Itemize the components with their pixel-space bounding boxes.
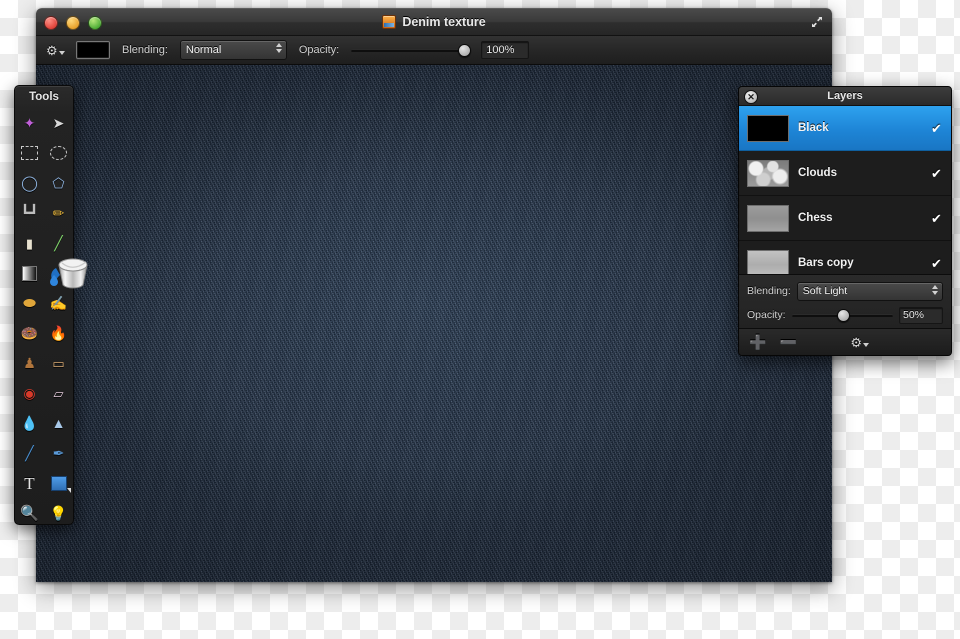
gradient-tool[interactable]	[15, 258, 44, 288]
eyedropper-tool[interactable]: 💡	[44, 498, 73, 528]
layer-name: Bars copy	[798, 257, 854, 269]
window-title-group: Denim texture	[36, 9, 832, 35]
opacity-slider-track	[351, 48, 470, 52]
layer-opacity-row: Opacity: 50%	[747, 305, 943, 325]
dodge-tool[interactable]: ⬬	[15, 288, 44, 318]
eraser-tool[interactable]: ▮	[15, 228, 44, 258]
shape-tool[interactable]	[44, 468, 73, 498]
tools-palette: Tools ✦ ➤ ◯ ⬠ ┗┛ ✏ ▮ ╱ ⬬ ✍ 🍩 🔥 ♟ ▭ ◉ ▱ 💧…	[14, 85, 88, 528]
gear-dropdown-icon[interactable]: ⚙	[850, 336, 869, 349]
opacity-slider-knob[interactable]	[458, 43, 472, 57]
foreground-color-swatch[interactable]	[76, 41, 110, 59]
paint-bucket-tool[interactable]	[44, 258, 73, 288]
smudge-tool[interactable]: ✍	[44, 288, 73, 318]
document-icon	[382, 15, 397, 29]
stepper-arrows-icon[interactable]	[932, 284, 938, 295]
blending-mode-value: Normal	[185, 44, 222, 56]
opacity-label: Opacity:	[298, 44, 340, 56]
blending-mode-select[interactable]: Normal	[179, 40, 287, 60]
document-toolbar: ⚙ Blending: Normal Opacity: 100%	[36, 36, 832, 65]
layer-opacity-slider[interactable]	[791, 308, 893, 322]
stepper-arrows-icon[interactable]	[275, 43, 282, 53]
window-zoom-button[interactable]	[88, 16, 102, 30]
layer-name: Chess	[798, 212, 833, 224]
crop-tool[interactable]: ┗┛	[15, 198, 44, 228]
paintbrush-tool[interactable]: ╱	[44, 228, 73, 258]
block-eraser-tool[interactable]: ▱	[44, 378, 73, 408]
table-row[interactable]: Chess ✔	[739, 196, 951, 241]
layer-name: Clouds	[798, 167, 837, 179]
sponge-tool[interactable]: 🍩	[15, 318, 44, 348]
layers-panel-footer: ➕ ➖ ⚙	[739, 328, 951, 355]
layers-panel: ✕ Layers Black ✔ Clouds ✔ Chess ✔ Bars c…	[738, 86, 952, 356]
add-layer-button[interactable]: ➕	[749, 335, 766, 349]
layer-list: Black ✔ Clouds ✔ Chess ✔ Bars copy ✔	[739, 106, 951, 286]
elliptical-marquee-tool[interactable]	[44, 138, 73, 168]
layer-opacity-label: Opacity:	[747, 309, 786, 321]
layer-thumbnail	[747, 204, 789, 232]
layer-thumbnail	[747, 114, 789, 142]
patch-tool[interactable]: ▭	[44, 348, 73, 378]
pencil-tool[interactable]: ✏	[44, 198, 73, 228]
red-eye-tool[interactable]: ◉	[15, 378, 44, 408]
window-minimize-button[interactable]	[66, 16, 80, 30]
type-tool[interactable]: T	[15, 468, 44, 498]
window-close-button[interactable]	[44, 16, 58, 30]
table-row[interactable]: Black ✔	[739, 106, 951, 151]
expand-arrows-icon[interactable]	[809, 14, 825, 30]
layer-opacity-value-field[interactable]: 50%	[899, 306, 943, 324]
opacity-value-field[interactable]: 100%	[481, 41, 530, 59]
image-canvas[interactable]	[36, 65, 832, 582]
window-titlebar[interactable]: Denim texture	[36, 8, 832, 36]
layer-visibility-checkbox[interactable]: ✔	[930, 212, 943, 225]
tools-grid: ✦ ➤ ◯ ⬠ ┗┛ ✏ ▮ ╱ ⬬ ✍ 🍩 🔥 ♟ ▭ ◉ ▱ 💧 ▲ ╱ ✒	[15, 108, 73, 528]
pen-tool[interactable]: ╱	[15, 438, 44, 468]
move-tool[interactable]: ➤	[44, 108, 73, 138]
layer-blending-row: Blending: Soft Light	[747, 281, 943, 301]
gear-dropdown-icon[interactable]: ⚙	[46, 42, 65, 58]
layer-blending-label: Blending:	[747, 285, 791, 297]
screen-root: Denim texture ⚙ Blending: Normal Opacity…	[0, 0, 960, 639]
ink-pen-tool[interactable]: ✒	[44, 438, 73, 468]
document-window: Denim texture ⚙ Blending: Normal Opacity…	[36, 8, 832, 582]
blur-tool[interactable]: 💧	[15, 408, 44, 438]
layer-visibility-checkbox[interactable]: ✔	[930, 257, 943, 270]
layer-opacity-slider-knob[interactable]	[836, 308, 850, 322]
magic-wand-tool[interactable]: ✦	[15, 108, 44, 138]
layer-blending-select[interactable]: Soft Light	[796, 281, 943, 301]
layer-controls: Blending: Soft Light Opacity: 50%	[739, 274, 951, 329]
window-title: Denim texture	[402, 15, 486, 29]
canvas-vignette	[36, 65, 832, 582]
layer-blending-value: Soft Light	[802, 285, 848, 297]
layer-thumbnail	[747, 249, 789, 277]
remove-layer-button[interactable]: ➖	[779, 335, 796, 349]
clone-stamp-tool[interactable]: ♟	[15, 348, 44, 378]
layer-thumbnail	[747, 159, 789, 187]
polygonal-lasso-tool[interactable]: ⬠	[44, 168, 73, 198]
rectangular-marquee-tool[interactable]	[15, 138, 44, 168]
sharpen-tool[interactable]: ▲	[44, 408, 73, 438]
layers-panel-titlebar[interactable]: ✕ Layers	[739, 87, 951, 106]
layer-name: Black	[798, 122, 829, 134]
layer-visibility-checkbox[interactable]: ✔	[930, 167, 943, 180]
zoom-tool[interactable]: 🔍	[15, 498, 44, 528]
lasso-tool[interactable]: ◯	[15, 168, 44, 198]
layers-panel-title: Layers	[827, 90, 863, 102]
layer-visibility-checkbox[interactable]: ✔	[930, 122, 943, 135]
traffic-lights	[44, 16, 102, 30]
close-icon[interactable]: ✕	[744, 90, 758, 104]
table-row[interactable]: Clouds ✔	[739, 151, 951, 196]
opacity-slider[interactable]	[351, 43, 472, 57]
burn-tool[interactable]: 🔥	[44, 318, 73, 348]
blending-label: Blending:	[122, 44, 168, 56]
tools-palette-title: Tools	[29, 91, 59, 103]
